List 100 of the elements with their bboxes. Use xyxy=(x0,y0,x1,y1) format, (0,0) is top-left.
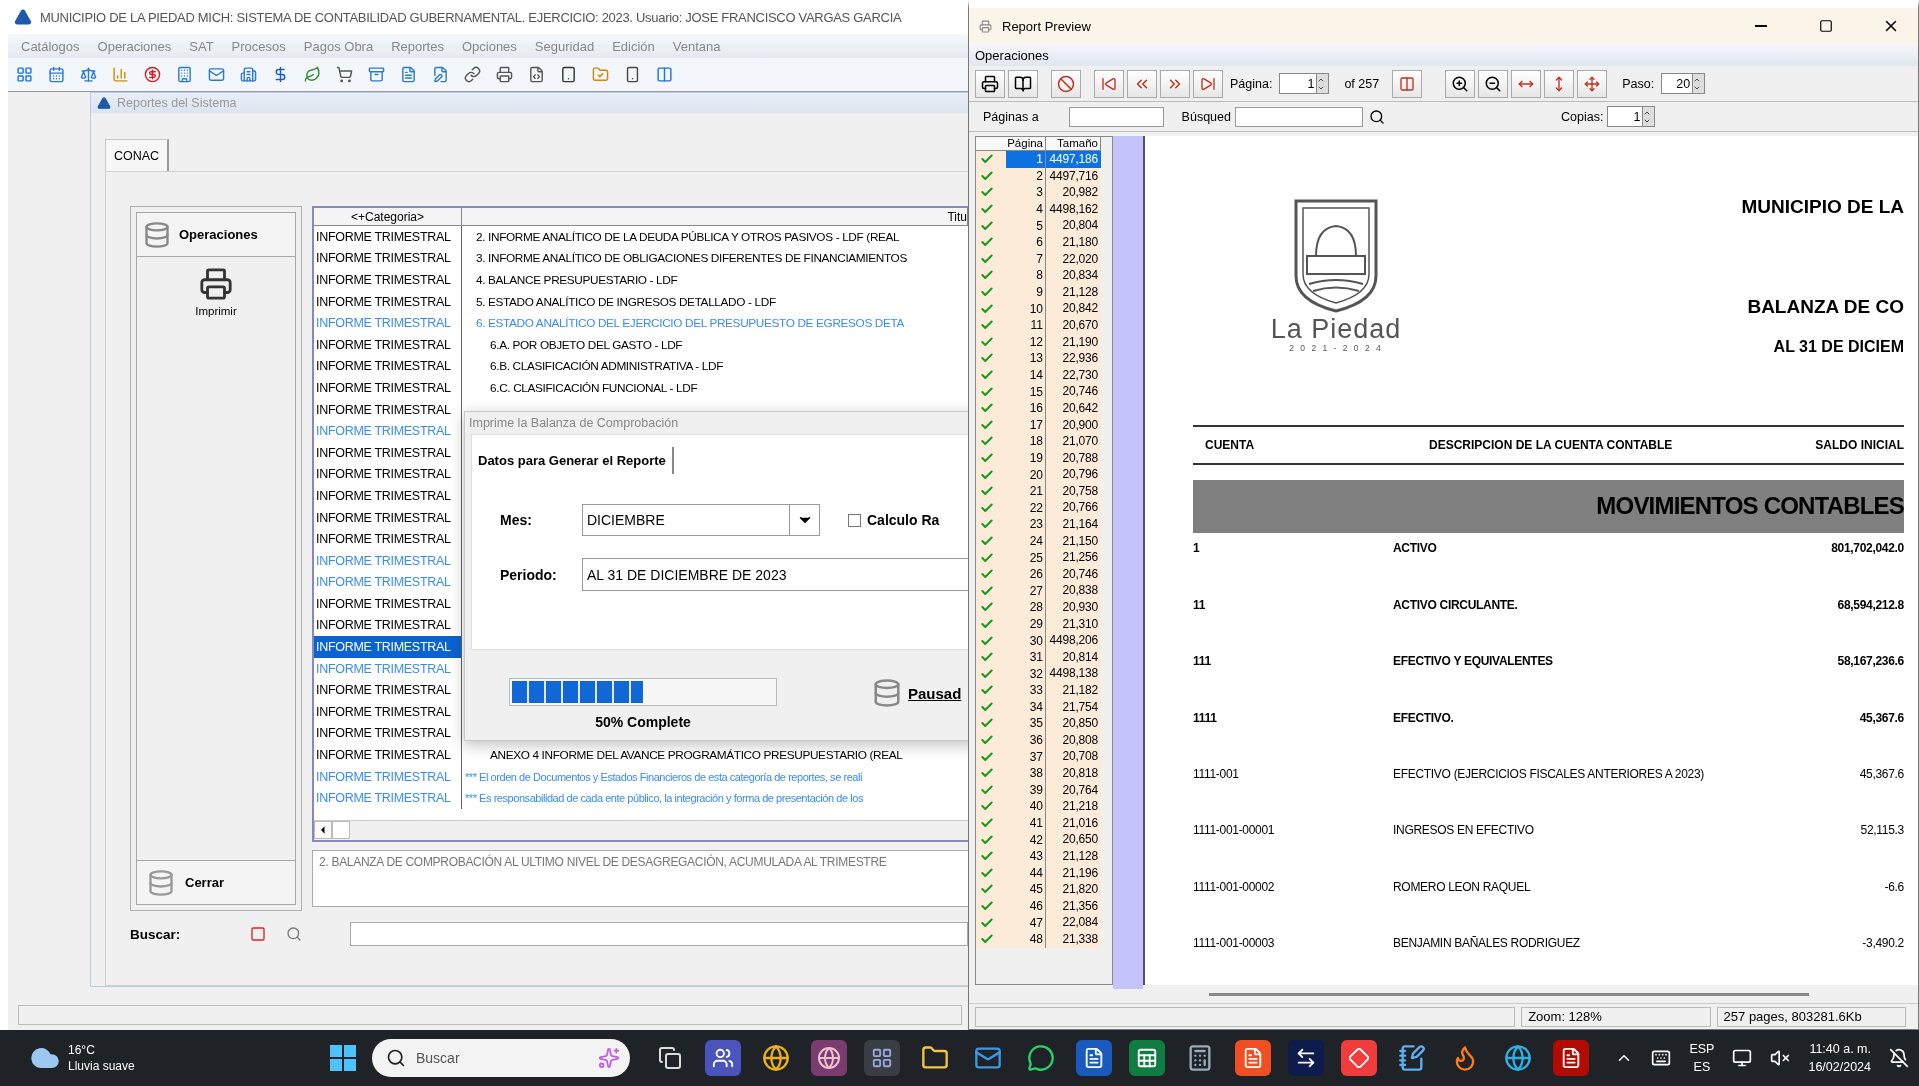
table-cell[interactable]: INFORME TRIMESTRAL xyxy=(314,765,462,788)
table-cell[interactable]: INFORME TRIMESTRAL xyxy=(314,722,462,745)
box-icon[interactable] xyxy=(368,66,385,83)
taskbar-app-button[interactable] xyxy=(1341,1040,1377,1076)
table-cell[interactable]: 33 xyxy=(976,682,1046,699)
edit-document-icon[interactable] xyxy=(432,66,449,83)
cancel-print-button[interactable] xyxy=(1051,69,1081,98)
table-cell[interactable]: 6.A. POR OBJETO DEL GASTO - LDF xyxy=(462,333,968,356)
spin-field[interactable]: 1 xyxy=(1607,106,1644,127)
fit-height-button[interactable] xyxy=(1544,69,1575,98)
start-icon[interactable] xyxy=(330,1045,356,1071)
table-cell[interactable]: 35 xyxy=(976,715,1046,732)
table-cell[interactable]: 3 xyxy=(976,184,1046,201)
table-cell[interactable]: 47 xyxy=(976,914,1046,931)
taskbar-app-button[interactable] xyxy=(1129,1040,1165,1076)
table-cell[interactable]: INFORME TRIMESTRAL xyxy=(314,312,462,334)
last-page-button[interactable] xyxy=(1193,69,1223,98)
table-cell[interactable]: INFORME TRIMESTRAL xyxy=(314,463,462,486)
table-cell[interactable]: 8 xyxy=(976,267,1046,284)
period-field[interactable]: AL 31 DE DICIEMBRE DE 2023 xyxy=(582,558,968,591)
table-cell[interactable]: 5 xyxy=(976,217,1046,234)
tab[interactable]: Datos para Generar el Reporte xyxy=(472,447,674,474)
print-button[interactable] xyxy=(975,69,1005,98)
close-button[interactable]: Cerrar xyxy=(137,860,295,904)
tablet-icon[interactable] xyxy=(560,66,577,83)
folder-icon[interactable] xyxy=(921,1044,949,1072)
spin-buttons[interactable] xyxy=(1643,106,1656,127)
document-icon[interactable] xyxy=(400,66,417,83)
network-icon[interactable] xyxy=(1732,1048,1753,1068)
first-page-button[interactable] xyxy=(1094,69,1124,98)
taskbar-app-button[interactable] xyxy=(1235,1040,1271,1076)
windows-stack-icon[interactable] xyxy=(658,1046,682,1070)
table-cell[interactable]: INFORME TRIMESTRAL xyxy=(314,290,462,313)
sparkle-icon[interactable] xyxy=(598,1047,620,1069)
table-cell[interactable]: INFORME TRIMESTRAL xyxy=(314,506,462,529)
two-pages-button[interactable] xyxy=(1392,69,1423,98)
table-cell[interactable]: INFORME TRIMESTRAL xyxy=(314,398,462,421)
table-cell[interactable]: 5. ESTADO ANALÍTICO DE INGRESOS DETALLADO - LDF xyxy=(462,290,968,313)
table-cell[interactable]: 6 xyxy=(976,233,1046,251)
leaf-icon[interactable] xyxy=(304,66,321,83)
table-cell[interactable]: 18 xyxy=(976,433,1046,450)
pause-button[interactable]: Pausad xyxy=(872,678,962,708)
table-cell[interactable]: INFORME TRIMESTRAL xyxy=(314,744,462,766)
table-cell[interactable]: INFORME TRIMESTRAL xyxy=(314,593,462,615)
scale-icon[interactable] xyxy=(80,66,97,83)
table-cell[interactable]: 6. ESTADO ANALÍTICO DEL EJERCICIO DEL PRESUPUESTO DE EGRESOS DETA xyxy=(462,312,968,334)
next-page-button[interactable] xyxy=(1160,69,1190,98)
phone-icon[interactable] xyxy=(624,66,641,83)
table-cell[interactable]: INFORME TRIMESTRAL xyxy=(314,420,462,442)
table-cell[interactable]: INFORME TRIMESTRAL xyxy=(314,549,462,572)
search-field[interactable] xyxy=(1234,106,1363,127)
tab[interactable]: CONAC xyxy=(105,139,170,171)
table-cell[interactable]: 37 xyxy=(976,748,1046,765)
cart-icon[interactable] xyxy=(336,66,353,83)
mute-icon[interactable] xyxy=(1770,1048,1791,1068)
grid-icon[interactable] xyxy=(16,66,33,83)
table-cell[interactable]: 30 xyxy=(976,632,1046,649)
table-cell[interactable]: INFORME TRIMESTRAL xyxy=(314,679,462,702)
print-button[interactable]: Imprimir xyxy=(137,263,295,321)
table-cell[interactable]: 6.C. CLASIFICACIÓN FUNCIONAL - LDF xyxy=(462,377,968,399)
notepad-icon[interactable] xyxy=(1398,1044,1426,1072)
search-icon[interactable] xyxy=(1368,108,1385,125)
notification-icon[interactable] xyxy=(1889,1048,1909,1068)
table-cell[interactable]: 15 xyxy=(976,383,1046,400)
file-icon[interactable] xyxy=(528,66,545,83)
building-icon[interactable] xyxy=(176,66,193,83)
table-cell[interactable]: 20 xyxy=(976,466,1046,483)
globe-icon[interactable] xyxy=(762,1044,790,1072)
table-cell[interactable]: *** El orden de Documentos y Estados Financieros de esta categoría de reportes, se reali xyxy=(462,765,968,788)
table-cell[interactable]: 13 xyxy=(976,350,1046,367)
table-cell[interactable]: 48 xyxy=(976,930,1046,948)
spin-field[interactable]: 20 xyxy=(1661,73,1694,94)
table-cell[interactable]: INFORME TRIMESTRAL xyxy=(314,636,462,658)
table-cell[interactable]: 42 xyxy=(976,831,1046,848)
fit-page-button[interactable] xyxy=(1577,69,1608,98)
taskbar-app-button[interactable] xyxy=(1288,1040,1324,1076)
search-field[interactable] xyxy=(350,922,968,946)
table-cell[interactable]: INFORME TRIMESTRAL xyxy=(314,571,462,594)
table-cell[interactable]: INFORME TRIMESTRAL xyxy=(314,247,462,270)
table-cell[interactable]: 40 xyxy=(976,798,1046,815)
table-cell[interactable]: 2. INFORME ANALÍTICO DE LA DEUDA PÚBLICA Y OTROS PASIVOS - LDF (REAL xyxy=(462,226,968,248)
table-cell[interactable]: 6.B. CLASIFICACIÓN ADMINISTRATIVA - LDF xyxy=(462,355,968,378)
previous-page-button[interactable] xyxy=(1127,69,1157,98)
chat-icon[interactable] xyxy=(1027,1044,1055,1072)
table-cell[interactable]: 43 xyxy=(976,847,1046,865)
table-cell[interactable]: 38 xyxy=(976,764,1046,782)
month-dropdown[interactable]: DICIEMBRE xyxy=(582,504,820,536)
taskbar-search[interactable]: Buscar xyxy=(372,1039,630,1077)
table-cell[interactable]: 23 xyxy=(976,516,1046,533)
table-cell[interactable]: INFORME TRIMESTRAL xyxy=(314,355,462,378)
link-icon[interactable] xyxy=(464,66,481,83)
columns-icon[interactable] xyxy=(656,66,673,83)
menu-item[interactable]: Operaciones xyxy=(975,47,1049,63)
table-cell[interactable]: 4. BALANCE PRESUPUESTARIO - LDF xyxy=(462,269,968,291)
language-indicator[interactable]: ESP ES xyxy=(1689,1039,1715,1077)
table-cell[interactable]: 16 xyxy=(976,399,1046,417)
spin-buttons[interactable] xyxy=(1693,73,1706,94)
calendar-icon[interactable] xyxy=(48,66,65,83)
table-cell[interactable]: INFORME TRIMESTRAL xyxy=(314,528,462,550)
scrollbar-thumb[interactable] xyxy=(1209,992,1809,996)
